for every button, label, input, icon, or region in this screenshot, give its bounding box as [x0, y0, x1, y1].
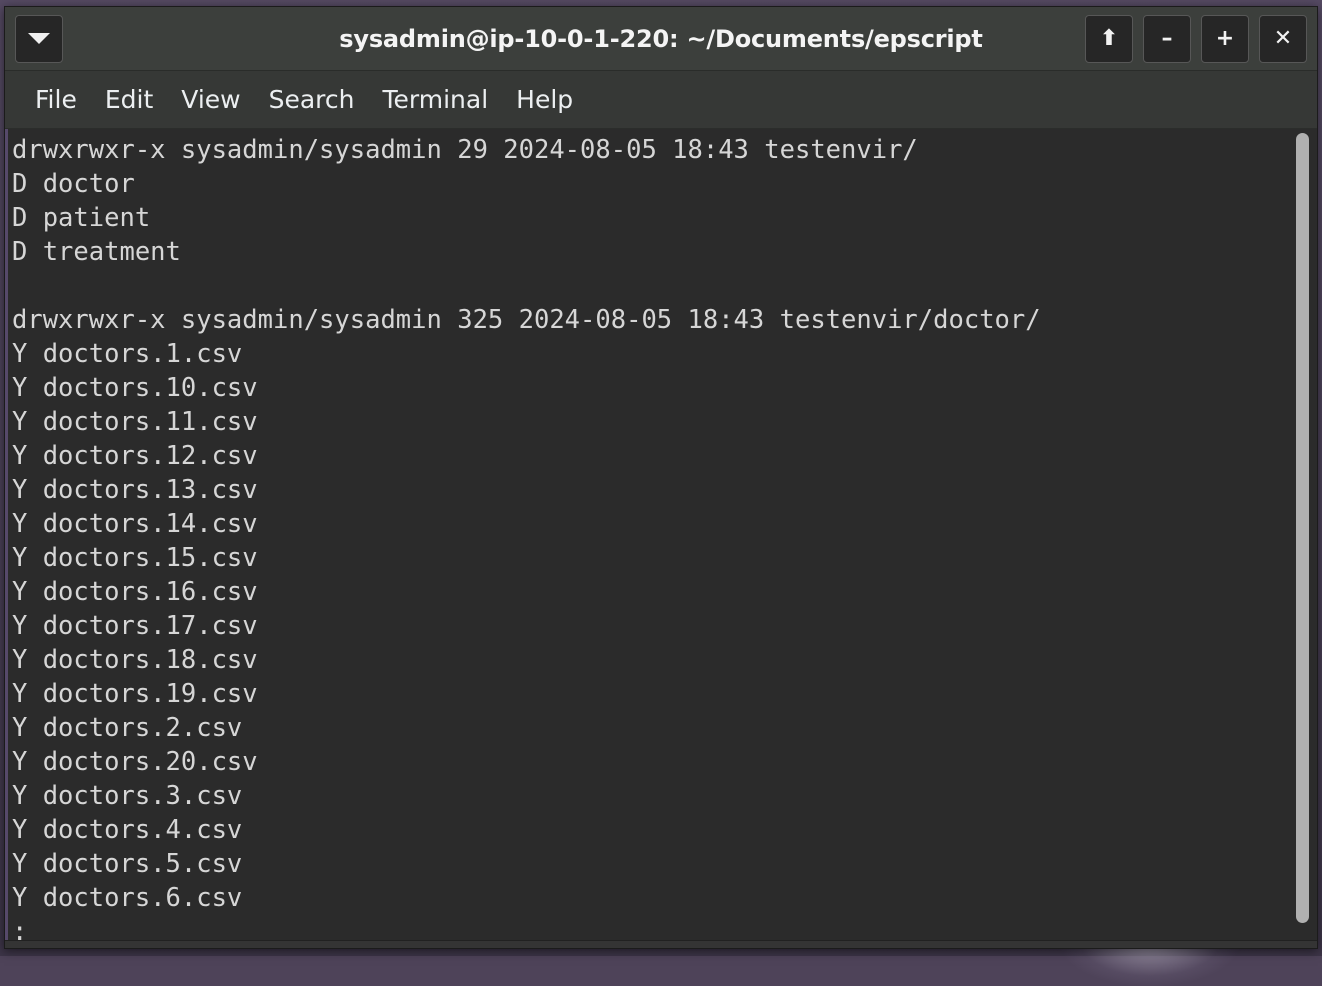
terminal-line: Y doctors.5.csv [12, 847, 1291, 881]
terminal-line: drwxrwxr-x sysadmin/sysadmin 325 2024-08… [12, 303, 1291, 337]
window-titlebar[interactable]: sysadmin@ip-10-0-1-220: ~/Documents/epsc… [5, 7, 1317, 71]
close-icon: ✕ [1274, 28, 1292, 50]
plus-icon: + [1216, 28, 1234, 50]
terminal-line: Y doctors.6.csv [12, 881, 1291, 915]
menu-item-view[interactable]: View [167, 81, 254, 118]
terminal-line: Y doctors.15.csv [12, 541, 1291, 575]
minimize-button[interactable]: – [1143, 15, 1191, 63]
menu-item-search[interactable]: Search [255, 81, 369, 118]
arrow-up-icon: ⬆ [1100, 28, 1118, 50]
vertical-scrollbar-thumb[interactable] [1296, 133, 1309, 923]
terminal-line [12, 269, 1291, 303]
shade-button[interactable]: ⬆ [1085, 15, 1133, 63]
terminal-line: Y doctors.1.csv [12, 337, 1291, 371]
terminal-line: Y doctors.16.csv [12, 575, 1291, 609]
terminal-line: : [12, 915, 1291, 940]
close-button[interactable]: ✕ [1259, 15, 1307, 63]
terminal-line: Y doctors.3.csv [12, 779, 1291, 813]
terminal-line: D doctor [12, 167, 1291, 201]
terminal-line: Y doctors.11.csv [12, 405, 1291, 439]
window-bottom-edge [5, 940, 1317, 948]
vertical-scrollbar-track[interactable] [1291, 129, 1315, 940]
terminal-line: Y doctors.10.csv [12, 371, 1291, 405]
terminal-line: Y doctors.19.csv [12, 677, 1291, 711]
menu-item-file[interactable]: File [21, 81, 91, 118]
terminal-output[interactable]: drwxrwxr-x sysadmin/sysadmin 29 2024-08-… [8, 129, 1291, 940]
terminal-line: Y doctors.17.csv [12, 609, 1291, 643]
chevron-down-icon [28, 33, 50, 44]
minus-icon: – [1162, 28, 1173, 50]
terminal-line: drwxrwxr-x sysadmin/sysadmin 29 2024-08-… [12, 133, 1291, 167]
terminal-line: D treatment [12, 235, 1291, 269]
terminal-line: Y doctors.20.csv [12, 745, 1291, 779]
terminal-line: Y doctors.4.csv [12, 813, 1291, 847]
window-controls: ⬆ – + ✕ [1085, 15, 1307, 63]
terminal-line: Y doctors.12.csv [12, 439, 1291, 473]
terminal-window: sysadmin@ip-10-0-1-220: ~/Documents/epsc… [4, 6, 1318, 949]
menu-item-help[interactable]: Help [502, 81, 587, 118]
menu-item-edit[interactable]: Edit [91, 81, 167, 118]
terminal-body[interactable]: drwxrwxr-x sysadmin/sysadmin 29 2024-08-… [5, 129, 1317, 940]
menubar: File Edit View Search Terminal Help [5, 71, 1317, 129]
menu-item-terminal[interactable]: Terminal [368, 81, 502, 118]
maximize-button[interactable]: + [1201, 15, 1249, 63]
terminal-line: Y doctors.18.csv [12, 643, 1291, 677]
terminal-line: Y doctors.14.csv [12, 507, 1291, 541]
window-menu-button[interactable] [15, 15, 63, 63]
terminal-line: Y doctors.13.csv [12, 473, 1291, 507]
terminal-line: D patient [12, 201, 1291, 235]
terminal-line: Y doctors.2.csv [12, 711, 1291, 745]
